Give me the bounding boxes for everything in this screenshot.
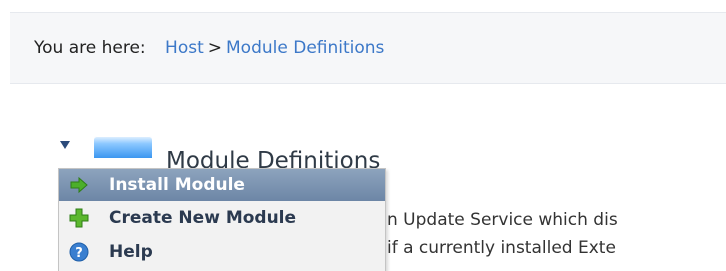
menu-item-create-new-module[interactable]: Create New Module bbox=[59, 201, 385, 235]
menu-item-label: Help bbox=[109, 242, 153, 262]
breadcrumb-bar: You are here: Host > Module Definitions bbox=[10, 12, 726, 84]
collapse-caret-icon[interactable] bbox=[60, 141, 70, 149]
menu-item-install-module[interactable]: Install Module bbox=[59, 169, 385, 201]
green-plus-icon bbox=[69, 208, 89, 228]
help-icon: ? bbox=[69, 242, 89, 262]
module-description: n Update Service which dis if a currentl… bbox=[387, 206, 618, 262]
module-banner-icon bbox=[94, 136, 152, 158]
menu-item-label: Create New Module bbox=[109, 208, 297, 228]
breadcrumb-label: You are here: bbox=[34, 38, 146, 58]
breadcrumb: You are here: Host > Module Definitions bbox=[34, 38, 384, 58]
menu-item-help[interactable]: ? Help bbox=[59, 235, 385, 269]
breadcrumb-separator: > bbox=[207, 38, 223, 58]
description-line-2: if a currently installed Exte bbox=[387, 238, 616, 258]
action-menu: Install Module Create New Module ? Help bbox=[58, 168, 386, 271]
description-line-1: n Update Service which dis bbox=[387, 210, 618, 230]
menu-item-label: Install Module bbox=[109, 175, 245, 195]
breadcrumb-link-module-definitions[interactable]: Module Definitions bbox=[226, 38, 384, 58]
svg-text:?: ? bbox=[75, 246, 83, 261]
green-arrow-right-icon bbox=[70, 176, 88, 194]
breadcrumb-link-host[interactable]: Host bbox=[165, 38, 204, 58]
